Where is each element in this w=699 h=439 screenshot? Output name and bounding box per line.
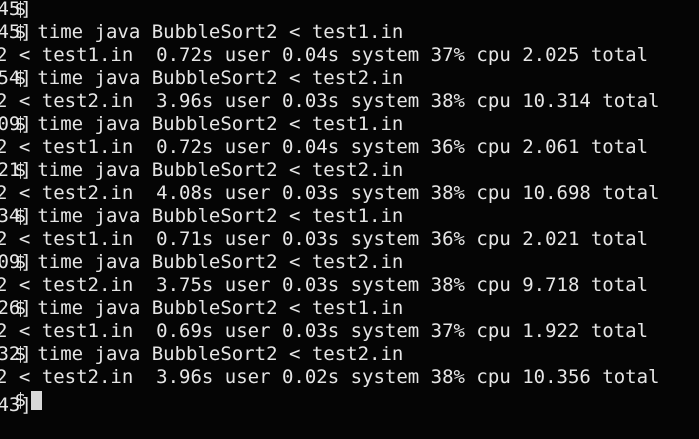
- prompt-line: $ [12:09:45]: [0, 0, 46, 21]
- line-text: 2 < test2.in 3.75s user 0.03s system 38%…: [0, 274, 649, 296]
- command-line: $ time java BubbleSort2 < test2.in [12:0…: [0, 67, 403, 90]
- timestamp: [12:09:45]: [0, 21, 32, 43]
- command-line: $ time java BubbleSort2 < test2.in [12:1…: [0, 159, 403, 182]
- line-text: $ time java BubbleSort2 < test2.in: [3, 343, 404, 365]
- output-line: 2 < test2.in 3.96s user 0.02s system 38%…: [0, 366, 659, 389]
- line-text: 2 < test1.in 0.69s user 0.03s system 37%…: [0, 320, 649, 342]
- line-text: $ time java BubbleSort2 < test2.in: [3, 159, 404, 181]
- terminal-window[interactable]: $ [12:09:45] $ time java BubbleSort2 < t…: [0, 0, 699, 439]
- line-text: $ time java BubbleSort2 < test1.in: [3, 297, 404, 319]
- line-text: $ time java BubbleSort2 < test2.in: [3, 251, 404, 273]
- line-text: $ time java BubbleSort2 < test1.in: [3, 113, 404, 135]
- timestamp: [12:10:34]: [0, 205, 32, 227]
- line-text: $ time java BubbleSort2 < test1.in: [3, 21, 404, 43]
- timestamp: [12:11:09]: [0, 251, 32, 273]
- line-text: 2 < test2.in 3.96s user 0.02s system 38%…: [0, 366, 660, 388]
- line-text: $ time java BubbleSort2 < test1.in: [3, 205, 404, 227]
- text-cursor[interactable]: [31, 391, 42, 410]
- timestamp: [12:10:21]: [0, 159, 32, 181]
- output-line: 2 < test1.in 0.71s user 0.03s system 36%…: [0, 228, 648, 251]
- line-text: 2 < test2.in 4.08s user 0.03s system 38%…: [0, 182, 660, 204]
- output-line: 2 < test2.in 3.75s user 0.03s system 38%…: [0, 274, 648, 297]
- timestamp: [12:10:09]: [0, 113, 32, 135]
- command-line: $ time java BubbleSort2 < test1.in [12:1…: [0, 297, 403, 320]
- line-text: 2 < test1.in 0.72s user 0.04s system 36%…: [0, 136, 649, 158]
- output-line: 2 < test1.in 0.72s user 0.04s system 36%…: [0, 136, 648, 159]
- command-line: $ time java BubbleSort2 < test1.in [12:1…: [0, 113, 403, 136]
- timestamp: [12:11:32]: [0, 343, 32, 365]
- line-text: 2 < test1.in 0.72s user 0.04s system 37%…: [0, 44, 649, 66]
- command-line: $ time java BubbleSort2 < test1.in [12:1…: [0, 205, 403, 228]
- timestamp: [12:09:45]: [0, 0, 32, 20]
- line-text: $ time java BubbleSort2 < test2.in: [3, 67, 404, 89]
- timestamp: [12:09:54]: [0, 67, 32, 89]
- line-text: 2 < test1.in 0.71s user 0.03s system 36%…: [0, 228, 649, 250]
- timestamp: [12:11:43]: [0, 394, 32, 416]
- timestamp: [12:11:26]: [0, 297, 32, 319]
- command-line: $ time java BubbleSort2 < test2.in [12:1…: [0, 343, 403, 366]
- output-line: 2 < test1.in 0.72s user 0.04s system 37%…: [0, 44, 648, 67]
- output-line: 2 < test2.in 4.08s user 0.03s system 38%…: [0, 182, 659, 205]
- command-line: $ time java BubbleSort2 < test1.in [12:0…: [0, 21, 403, 44]
- output-line: 2 < test2.in 3.96s user 0.03s system 38%…: [0, 90, 659, 113]
- line-text: 2 < test2.in 3.96s user 0.03s system 38%…: [0, 90, 660, 112]
- prompt-line[interactable]: $ [12:11:43]: [0, 389, 46, 416]
- output-line: 2 < test1.in 0.69s user 0.03s system 37%…: [0, 320, 648, 343]
- command-line: $ time java BubbleSort2 < test2.in [12:1…: [0, 251, 403, 274]
